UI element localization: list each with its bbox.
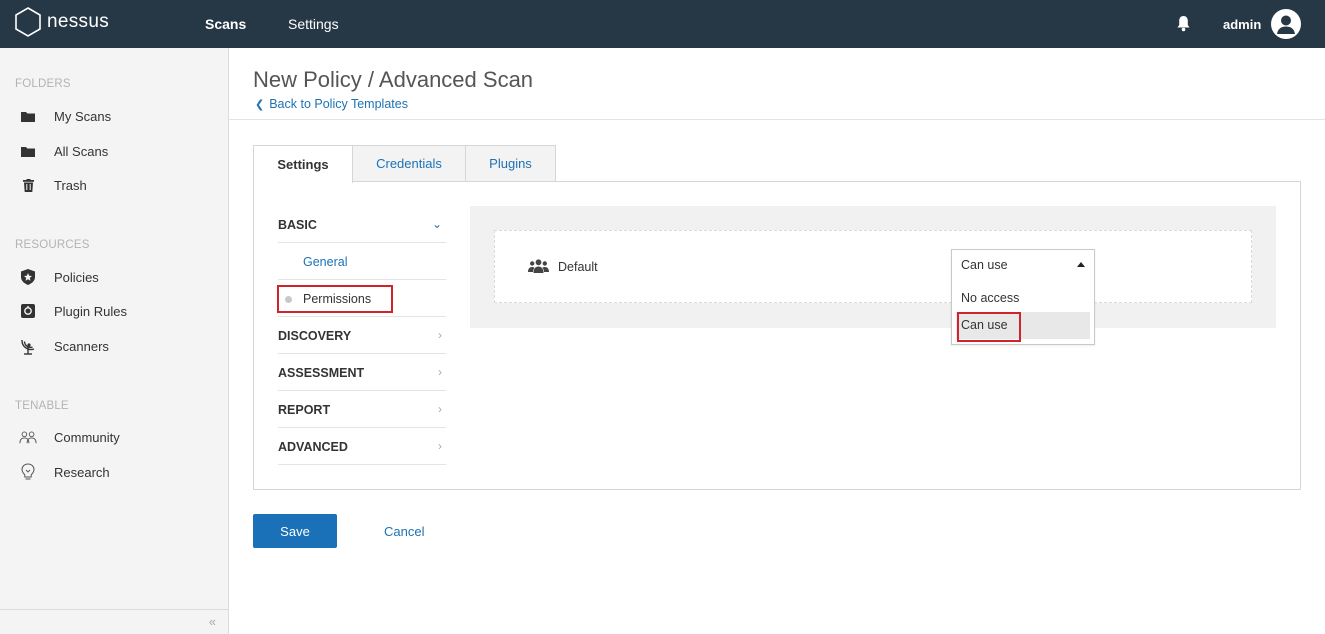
sidebar: FOLDERS My Scans All Scans Trash RESOURC…: [0, 48, 229, 634]
selected-value: Can use: [961, 258, 1008, 272]
header-divider: [229, 119, 1325, 120]
sidebar-item-scanners[interactable]: Scanners: [0, 331, 228, 361]
sidebar-item-label: My Scans: [54, 109, 112, 124]
sidebar-item-label: Plugin Rules: [54, 304, 127, 319]
username[interactable]: admin: [1223, 17, 1261, 32]
active-dot-icon: [285, 296, 292, 303]
community-icon: [19, 429, 37, 445]
hexagon-logo-icon: [15, 7, 41, 37]
permission-entity-name: Default: [558, 260, 598, 274]
sidebar-item-my-scans[interactable]: My Scans: [0, 101, 228, 131]
sidebar-heading-folders: FOLDERS: [15, 78, 71, 90]
menu-section-advanced[interactable]: ADVANCED ›: [278, 428, 446, 465]
permission-dropdown: Can use No access Can use: [951, 249, 1095, 345]
permission-row: [494, 230, 1252, 303]
user-avatar-icon[interactable]: [1271, 9, 1301, 39]
menu-section-basic[interactable]: BASIC ⌄: [278, 206, 446, 243]
chevron-right-icon: ›: [438, 402, 442, 416]
folder-icon: [19, 108, 37, 124]
menu-section-label: ASSESSMENT: [278, 366, 365, 380]
cancel-link[interactable]: Cancel: [384, 524, 424, 539]
sidebar-item-label: All Scans: [54, 144, 109, 159]
trash-icon: [19, 177, 37, 193]
plugin-icon: [19, 303, 37, 319]
sidebar-heading-tenable: TENABLE: [15, 400, 69, 412]
chevron-right-icon: ›: [438, 365, 442, 379]
shield-star-icon: [19, 269, 37, 285]
menu-section-label: REPORT: [278, 403, 331, 417]
save-button[interactable]: Save: [253, 514, 337, 548]
tab-settings[interactable]: Settings: [253, 145, 353, 183]
menu-item-label: Permissions: [303, 292, 372, 306]
notifications-bell-icon[interactable]: [1176, 15, 1191, 35]
sidebar-item-label: Community: [54, 430, 120, 445]
page-title: New Policy / Advanced Scan: [253, 67, 534, 92]
sidebar-item-label: Research: [54, 465, 110, 480]
option-can-use[interactable]: Can use: [956, 312, 1090, 339]
folder-icon: [19, 143, 37, 159]
top-navigation-bar: nessus Scans Settings admin: [0, 0, 1325, 48]
option-no-access[interactable]: No access: [956, 285, 1090, 312]
chevron-right-icon: ›: [438, 439, 442, 453]
caret-up-icon: [1077, 262, 1085, 267]
menu-section-label: BASIC: [278, 218, 317, 232]
menu-item-label: General: [303, 255, 348, 269]
menu-section-label: ADVANCED: [278, 440, 348, 454]
chevron-right-icon: ›: [438, 328, 442, 342]
sidebar-item-label: Scanners: [54, 339, 109, 354]
chevron-down-icon: ⌄: [431, 217, 442, 231]
nessus-logo[interactable]: nessus: [14, 6, 109, 38]
menu-section-discovery[interactable]: DISCOVERY ›: [278, 317, 446, 354]
sidebar-item-plugin-rules[interactable]: Plugin Rules: [0, 296, 228, 326]
lightbulb-icon: [19, 463, 37, 480]
menu-item-permissions[interactable]: Permissions: [278, 280, 446, 317]
sidebar-heading-resources: RESOURCES: [15, 239, 90, 251]
radar-icon: [19, 338, 37, 355]
sidebar-item-community[interactable]: Community: [0, 422, 228, 452]
sidebar-item-research[interactable]: Research: [0, 457, 228, 487]
nav-scans[interactable]: Scans: [205, 16, 246, 32]
tab-credentials[interactable]: Credentials: [353, 145, 466, 182]
sidebar-item-label: Trash: [54, 178, 87, 193]
users-group-icon: [528, 259, 549, 276]
sidebar-item-all-scans[interactable]: All Scans: [0, 136, 228, 166]
sidebar-collapse-bar: «: [0, 609, 228, 634]
tab-plugins[interactable]: Plugins: [466, 145, 556, 182]
brand-name: nessus: [47, 11, 110, 32]
menu-item-general[interactable]: General: [278, 243, 446, 280]
sidebar-item-trash[interactable]: Trash: [0, 170, 228, 200]
sidebar-item-policies[interactable]: Policies: [0, 262, 228, 292]
menu-section-assessment[interactable]: ASSESSMENT ›: [278, 354, 446, 391]
chevron-left-icon: ❮: [255, 99, 265, 111]
collapse-sidebar-icon[interactable]: «: [209, 614, 216, 629]
permission-select[interactable]: Can use: [952, 250, 1094, 280]
menu-section-label: DISCOVERY: [278, 329, 352, 343]
nav-settings[interactable]: Settings: [288, 16, 339, 32]
menu-section-report[interactable]: REPORT ›: [278, 391, 446, 428]
option-label: No access: [961, 291, 1020, 305]
back-link-label: Back to Policy Templates: [269, 97, 408, 111]
back-to-templates-link[interactable]: ❮ Back to Policy Templates: [255, 97, 408, 111]
option-label: Can use: [961, 318, 1008, 332]
sidebar-item-label: Policies: [54, 270, 99, 285]
